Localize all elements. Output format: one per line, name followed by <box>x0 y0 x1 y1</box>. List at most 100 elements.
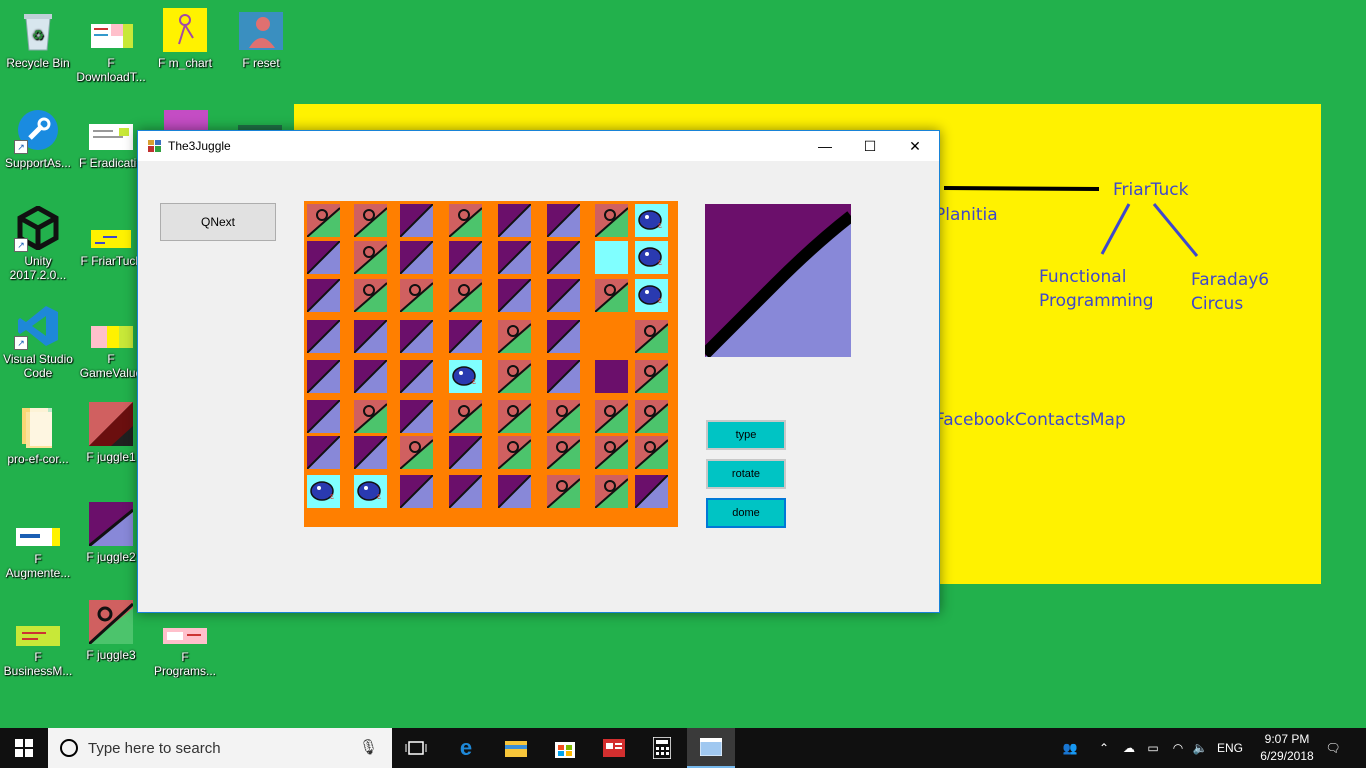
close-button[interactable]: ✕ <box>892 131 938 161</box>
board-tile-solid[interactable] <box>595 360 628 393</box>
network-button[interactable]: ◠ <box>1168 728 1188 768</box>
board-tile-dino[interactable]: ε <box>635 279 668 312</box>
board-tile-split[interactable] <box>354 320 387 353</box>
board-tile-split[interactable] <box>498 241 531 274</box>
task-view-button[interactable] <box>392 728 440 768</box>
clock[interactable]: 9:07 PM 6/29/2018 <box>1254 731 1320 765</box>
desktop-icon-pro-ef-core[interactable]: pro-ef-cor... <box>1 404 75 466</box>
done-button[interactable]: dome <box>706 498 786 528</box>
board-tile-dino[interactable]: ε <box>635 204 668 237</box>
desktop-icon-m-chart[interactable]: F m_chart <box>148 8 222 70</box>
board-tile-split[interactable] <box>449 475 482 508</box>
taskbar-news[interactable] <box>590 728 638 768</box>
board-tile-swirl[interactable] <box>635 360 668 393</box>
board-tile-split[interactable] <box>547 204 580 237</box>
taskbar-the3juggle[interactable] <box>687 728 735 768</box>
board-tile-swirl[interactable] <box>595 400 628 433</box>
board-tile-swirl[interactable] <box>635 436 668 469</box>
board-tile-dino[interactable]: ε <box>307 475 340 508</box>
desktop-icon-supportassist[interactable]: ↗ SupportAs... <box>1 108 75 170</box>
microphone-icon[interactable]: 🎙 <box>359 738 378 756</box>
board-tile-swirl[interactable] <box>400 436 433 469</box>
desktop-icon-businessm[interactable]: F BusinessM... <box>1 602 75 678</box>
desktop-icon-reset[interactable]: F reset <box>224 8 298 70</box>
board-tile-swirl[interactable] <box>498 360 531 393</box>
board-tile-swirl[interactable] <box>498 400 531 433</box>
board-tile-swirl[interactable] <box>354 241 387 274</box>
board-tile-swirl[interactable] <box>354 204 387 237</box>
board-tile-split[interactable] <box>449 320 482 353</box>
board-tile-split[interactable] <box>498 475 531 508</box>
board-tile-split[interactable] <box>354 436 387 469</box>
people-button[interactable]: 👥 <box>1058 728 1082 768</box>
board-tile-swirl[interactable] <box>498 320 531 353</box>
type-button[interactable]: type <box>706 420 786 450</box>
board-tile-split[interactable] <box>400 204 433 237</box>
onedrive-button[interactable]: ☁ <box>1118 728 1140 768</box>
taskbar-file-explorer[interactable] <box>492 728 540 768</box>
board-tile-split[interactable] <box>400 241 433 274</box>
show-hidden-icons-button[interactable]: ⌃ <box>1096 728 1112 768</box>
taskbar-edge[interactable]: e <box>442 728 490 768</box>
desktop-icon-partial-purple[interactable] <box>164 110 208 130</box>
taskbar-calculator[interactable] <box>638 728 686 768</box>
board-tile-split[interactable] <box>449 241 482 274</box>
board-tile-split[interactable] <box>400 475 433 508</box>
board-tile-swirl[interactable] <box>307 204 340 237</box>
taskbar-search-box[interactable]: Type here to search 🎙 <box>48 728 392 768</box>
board-tile-swirl[interactable] <box>595 279 628 312</box>
board-tile-swirl[interactable] <box>449 400 482 433</box>
board-tile-dino[interactable]: ε <box>635 241 668 274</box>
desktop-icon-downloadt[interactable]: F DownloadT... <box>74 8 148 84</box>
board-tile-split[interactable] <box>635 475 668 508</box>
volume-button[interactable]: 🔈 <box>1190 728 1210 768</box>
board-tile-swirl[interactable] <box>595 475 628 508</box>
board-tile-split[interactable] <box>498 279 531 312</box>
language-indicator[interactable]: ENG <box>1213 728 1247 768</box>
maximize-button[interactable]: ☐ <box>847 131 893 161</box>
board-tile-split[interactable] <box>307 241 340 274</box>
start-button[interactable] <box>0 728 48 768</box>
board-tile-swirl[interactable] <box>449 279 482 312</box>
board-tile-split[interactable] <box>307 400 340 433</box>
board-tile-split[interactable] <box>498 204 531 237</box>
board-tile-swirl[interactable] <box>595 204 628 237</box>
board-tile-dino[interactable]: ε <box>449 360 482 393</box>
board-tile-swirl[interactable] <box>595 436 628 469</box>
board-tile-split[interactable] <box>547 279 580 312</box>
board-tile-split[interactable] <box>307 360 340 393</box>
board-tile-split[interactable] <box>400 320 433 353</box>
board-tile-swirl[interactable] <box>547 475 580 508</box>
board-tile-dino[interactable]: ε <box>354 475 387 508</box>
desktop-icon-vscode[interactable]: ↗ Visual Studio Code <box>1 304 75 380</box>
board-tile-swirl[interactable] <box>354 400 387 433</box>
qnext-button[interactable]: QNext <box>160 203 276 241</box>
board-tile-split[interactable] <box>449 436 482 469</box>
desktop-icon-programs[interactable]: F Programs... <box>148 602 222 678</box>
battery-button[interactable]: ▭ <box>1143 728 1163 768</box>
board-tile-swirl[interactable] <box>635 320 668 353</box>
board-tile-split[interactable] <box>354 360 387 393</box>
title-bar[interactable]: The3Juggle — ☐ ✕ <box>138 131 939 161</box>
desktop-icon-unity[interactable]: ↗ Unity 2017.2.0... <box>1 205 75 282</box>
board-tile-split[interactable] <box>307 436 340 469</box>
minimize-button[interactable]: — <box>802 131 848 161</box>
board-tile-swirl[interactable] <box>635 400 668 433</box>
rotate-button[interactable]: rotate <box>706 459 786 489</box>
board-tile-swirl[interactable] <box>547 400 580 433</box>
board-tile-swirl[interactable] <box>449 204 482 237</box>
action-center-button[interactable]: 🗨 <box>1318 728 1348 768</box>
board-tile-split[interactable] <box>400 400 433 433</box>
board-tile-swirl[interactable] <box>400 279 433 312</box>
board-tile-split[interactable] <box>547 320 580 353</box>
board-tile-swirl[interactable] <box>354 279 387 312</box>
board-tile-swirl[interactable] <box>498 436 531 469</box>
desktop-icon-recycle-bin[interactable]: ♻ Recycle Bin <box>1 8 75 70</box>
board-tile-split[interactable] <box>547 241 580 274</box>
board-tile-swirl[interactable] <box>547 436 580 469</box>
board-tile-split[interactable] <box>400 360 433 393</box>
board-tile-split[interactable] <box>547 360 580 393</box>
board-tile-split[interactable] <box>307 320 340 353</box>
board-tile-cyan[interactable] <box>595 241 628 274</box>
taskbar-store[interactable] <box>541 728 589 768</box>
